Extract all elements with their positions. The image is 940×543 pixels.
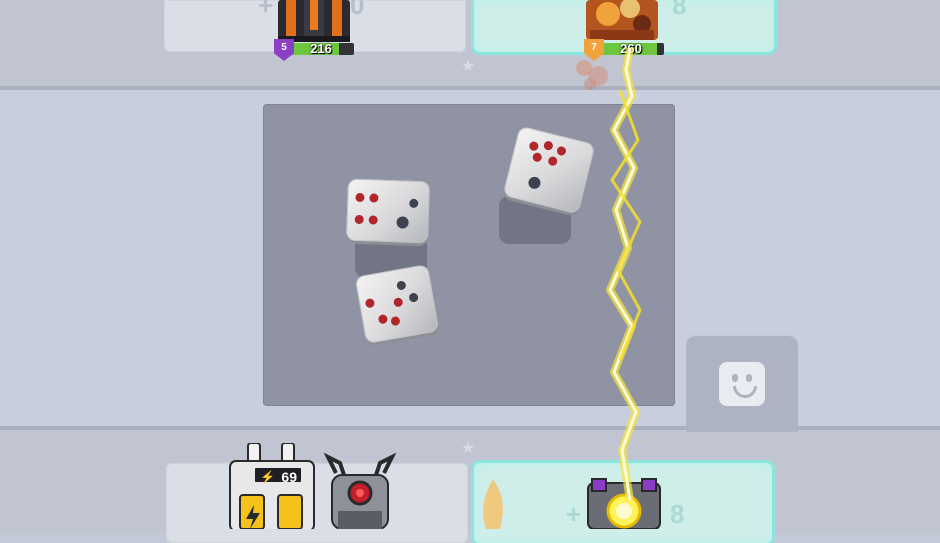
lava-unit-stats: 260 7 — [584, 39, 664, 61]
energy-value: 69 — [281, 469, 297, 485]
smoke-cloud — [576, 60, 608, 90]
ghost-plus-icon: + — [566, 499, 582, 529]
crab-unit[interactable] — [316, 453, 404, 529]
battery-unit[interactable] — [226, 443, 318, 529]
dice-tray — [263, 104, 675, 406]
die-two-four[interactable] — [354, 264, 440, 344]
star-icon: ★ — [461, 58, 476, 75]
die-four-two[interactable] — [345, 178, 431, 244]
hp-value: 216 — [310, 41, 332, 56]
opponent-lane — [0, 0, 940, 90]
ghost-eight-text: 8 — [672, 0, 687, 20]
ghost-plus-icon: + — [258, 0, 274, 20]
flame-icon — [483, 479, 503, 529]
emote-button[interactable] — [686, 334, 798, 432]
energy-badge: ⚡ 69 — [253, 466, 303, 485]
smiley-face-icon — [719, 362, 765, 406]
orb-unit[interactable] — [584, 473, 664, 529]
ghost-eight-text: 8 — [670, 499, 685, 529]
bolt-icon: ⚡ — [260, 470, 275, 484]
star-icon: ★ — [461, 440, 476, 457]
hp-value: 260 — [620, 41, 642, 56]
dark-tower-stats: 216 5 — [274, 39, 354, 61]
